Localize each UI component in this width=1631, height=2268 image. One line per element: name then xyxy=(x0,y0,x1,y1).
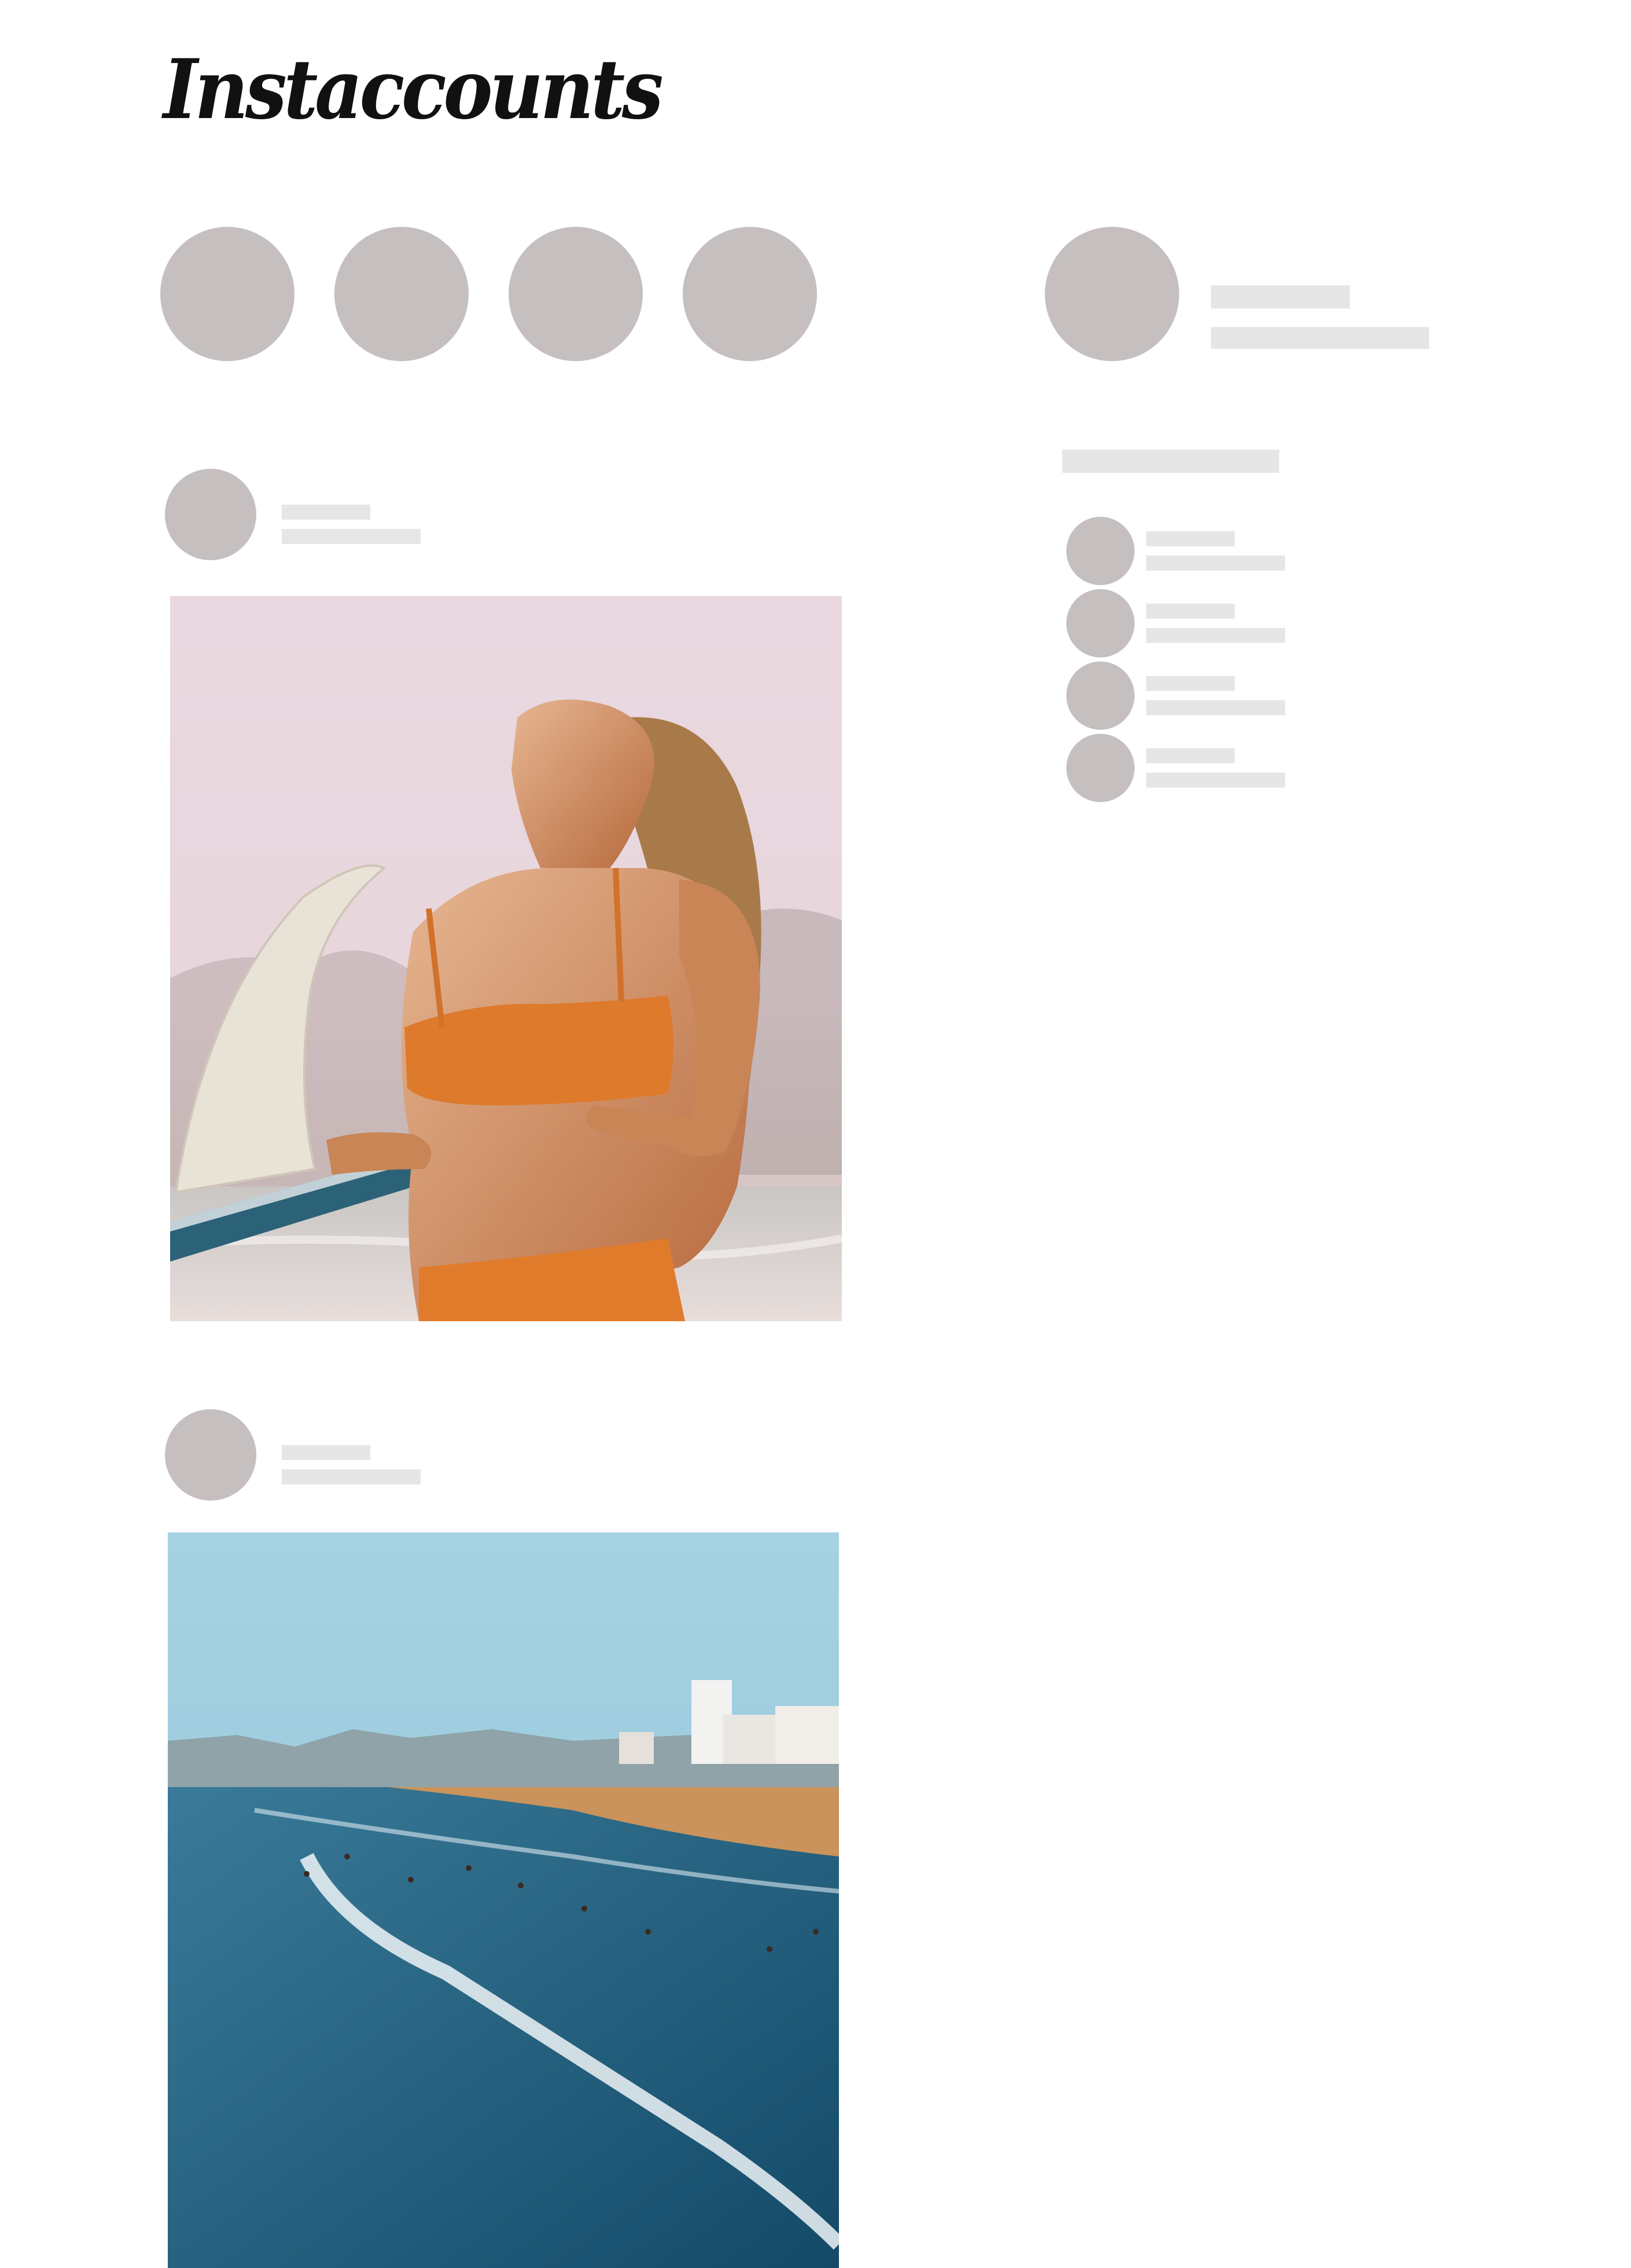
suggestion-avatar[interactable] xyxy=(1066,661,1135,730)
suggestions-heading-placeholder xyxy=(1062,450,1279,473)
suggestion-username-placeholder[interactable] xyxy=(1146,604,1235,619)
post-author-avatar[interactable] xyxy=(165,469,256,560)
app-logo[interactable]: Instaccounts xyxy=(163,35,664,145)
post-author-subtitle-placeholder xyxy=(282,529,421,544)
profile-avatar[interactable] xyxy=(1045,227,1179,361)
suggestion-subtitle-placeholder xyxy=(1146,700,1285,715)
suggestion-avatar[interactable] xyxy=(1066,589,1135,657)
surfer-photo-graphic xyxy=(170,596,842,1321)
story-avatar[interactable] xyxy=(334,227,469,361)
surfer-photo[interactable] xyxy=(170,596,842,1321)
suggestion-username-placeholder[interactable] xyxy=(1146,531,1235,546)
beach-photo[interactable] xyxy=(168,1532,839,2268)
post-author-username-placeholder[interactable] xyxy=(282,1445,370,1460)
suggestion-avatar[interactable] xyxy=(1066,734,1135,802)
story-avatar[interactable] xyxy=(160,227,294,361)
post-author-subtitle-placeholder xyxy=(282,1469,421,1484)
post-author-username-placeholder[interactable] xyxy=(282,505,370,520)
beach-photo-graphic xyxy=(168,1532,839,2268)
story-avatar[interactable] xyxy=(509,227,643,361)
suggestion-avatar[interactable] xyxy=(1066,517,1135,585)
suggestion-username-placeholder[interactable] xyxy=(1146,676,1235,691)
suggestion-subtitle-placeholder xyxy=(1146,773,1285,788)
suggestion-username-placeholder[interactable] xyxy=(1146,748,1235,763)
profile-username-placeholder[interactable] xyxy=(1211,285,1350,308)
post-author-avatar[interactable] xyxy=(165,1409,256,1501)
suggestion-subtitle-placeholder xyxy=(1146,628,1285,643)
story-avatar[interactable] xyxy=(683,227,817,361)
profile-name-placeholder xyxy=(1211,327,1429,349)
suggestion-subtitle-placeholder xyxy=(1146,556,1285,571)
